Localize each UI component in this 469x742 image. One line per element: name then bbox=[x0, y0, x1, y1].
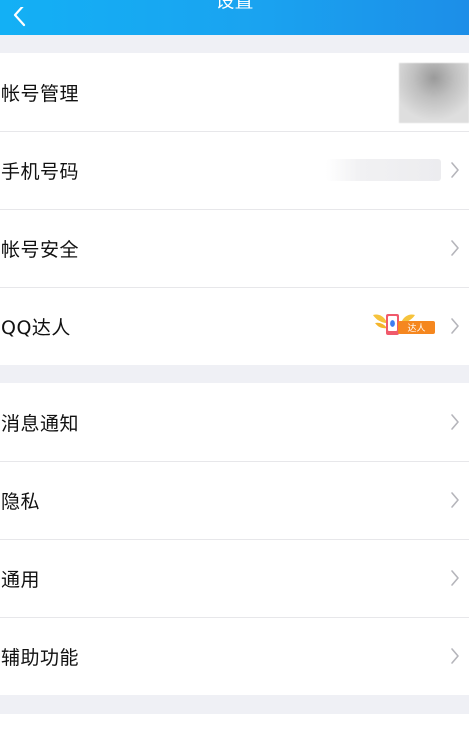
general-settings-group: 消息通知 隐私 通用 辅助功能 bbox=[0, 383, 469, 695]
more-settings-group bbox=[0, 714, 469, 742]
notifications-row[interactable]: 消息通知 bbox=[0, 383, 469, 461]
phone-number-value-blurred bbox=[326, 159, 441, 181]
chevron-right-icon bbox=[451, 492, 459, 508]
phone-number-label: 手机号码 bbox=[1, 160, 80, 183]
general-label: 通用 bbox=[1, 568, 41, 591]
general-row[interactable]: 通用 bbox=[0, 539, 469, 617]
phone-number-row[interactable]: 手机号码 bbox=[0, 131, 469, 209]
privacy-label: 隐私 bbox=[1, 490, 41, 513]
qq-daren-badge-text: 达人 bbox=[407, 322, 425, 334]
account-management-row[interactable]: 帐号管理 bbox=[0, 53, 469, 131]
page-title: 设置 bbox=[215, 0, 254, 12]
title-bar: 设置 bbox=[0, 0, 469, 35]
privacy-row[interactable]: 隐私 bbox=[0, 461, 469, 539]
chevron-right-icon bbox=[451, 318, 459, 334]
chevron-right-icon bbox=[451, 162, 459, 178]
qq-daren-label: QQ达人 bbox=[1, 316, 71, 339]
qq-daren-badge-icon: 达人 bbox=[373, 314, 435, 335]
account-security-row[interactable]: 帐号安全 bbox=[0, 209, 469, 287]
account-settings-group: 帐号管理 手机号码 帐号安全 QQ达人 达人 bbox=[0, 53, 469, 365]
notifications-label: 消息通知 bbox=[1, 412, 80, 435]
chevron-right-icon bbox=[451, 240, 459, 256]
chevron-right-icon bbox=[451, 570, 459, 586]
accessibility-label: 辅助功能 bbox=[1, 646, 80, 669]
chevron-right-icon bbox=[451, 414, 459, 430]
accessibility-row[interactable]: 辅助功能 bbox=[0, 617, 469, 695]
qq-daren-row[interactable]: QQ达人 达人 bbox=[0, 287, 469, 365]
avatar[interactable] bbox=[399, 63, 469, 123]
account-management-label: 帐号管理 bbox=[1, 82, 80, 105]
chevron-right-icon bbox=[451, 648, 459, 664]
account-security-label: 帐号安全 bbox=[1, 238, 80, 261]
